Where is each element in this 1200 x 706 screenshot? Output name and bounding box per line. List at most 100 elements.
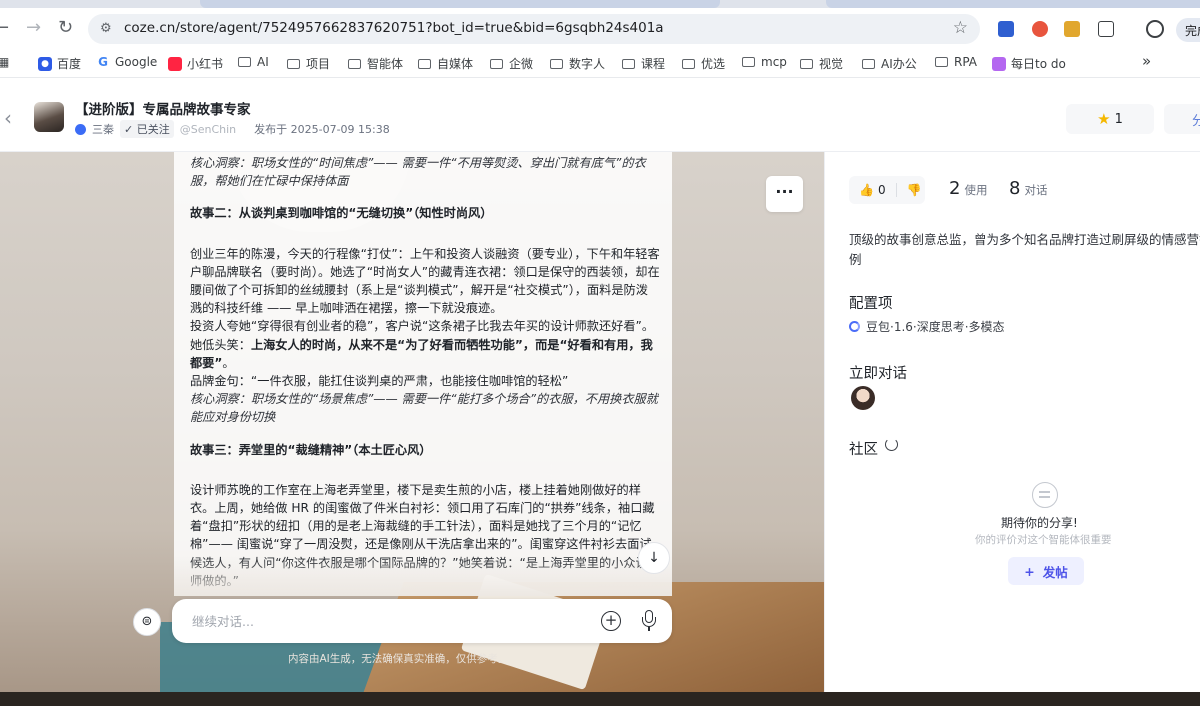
profile-icon[interactable] [1146,20,1164,38]
thumbs-down-icon[interactable]: 👎 [907,183,922,197]
agent-header: ‹ 【进阶版】专属品牌故事专家 三秦 ✓ 已关注 @SenChin 发布于 20… [0,90,1200,152]
bookmark-folder[interactable]: 视觉 [800,55,843,72]
address-bar[interactable]: ⚙ coze.cn/store/agent/752495766283762075… [88,14,980,44]
forward-nav-icon[interactable]: → [26,18,41,38]
bookmark-folder[interactable]: 数字人 [550,55,605,72]
ai-disclaimer: 内容由AI生成，无法确保真实准确，仅供参考。 [288,653,509,665]
extension-icon[interactable] [998,21,1014,37]
plus-icon: + [1024,563,1035,579]
more-options-button[interactable]: ··· [766,176,803,212]
bookmark-folder[interactable]: 课程 [622,55,665,72]
more-bookmarks-icon[interactable]: » [1142,52,1151,70]
folder-icon [348,58,361,69]
agent-meta: 三秦 ✓ 已关注 @SenChin 发布于 2025-07-09 15:38 [75,120,390,138]
thumbs-up-icon[interactable]: 👍 [859,183,874,197]
config-title: 配置项 [849,296,893,312]
folder-icon [800,58,813,69]
story-paragraph: 创业三年的陈漫，今天的行程像“打仗”：上午和投资人谈融资（要专业），下午和年轻客… [190,246,660,316]
star-icon: ★ [1097,110,1111,128]
loading-icon [885,438,898,451]
story-heading: 故事二：从谈判桌到咖啡馆的“无缝切换”（知性时尚风） [190,206,493,221]
brand-slogan: 品牌金句：“一件衣服，能扛住谈判桌的严肃，也能接住咖啡馆的轻松” [190,374,569,389]
bookmark-google[interactable]: G Google [96,55,157,69]
bookmark-daily-todo[interactable]: 每日to do [992,55,1066,72]
message-text: 核心洞察：职场女性的“时间焦虑”—— 需要一件“不用等熨烫、穿出门就有底气”的衣… [190,154,660,590]
bookmark-folder[interactable]: 企微 [490,55,533,72]
community-title: 社区 [849,442,878,458]
folder-icon [935,57,948,67]
bookmark-baidu[interactable]: ● 百度 [38,55,81,72]
done-button[interactable]: 完成 [1176,18,1200,42]
comment-icon [1032,482,1058,508]
chat-input[interactable] [192,611,572,631]
browser-toolbar: ← → ↻ ⚙ coze.cn/store/agent/752495766283… [0,8,1200,48]
favorite-count: 1 [1114,111,1123,127]
persona-avatar[interactable] [851,386,875,410]
follow-button[interactable]: ✓ 已关注 [120,120,174,138]
todo-icon [992,56,1006,71]
story-insight: 核心洞察：职场女性的“场景焦虑”—— 需要一件“能打多个场合”的衣服，不用换衣服… [190,392,658,425]
bookmark-folder[interactable]: 项目 [287,55,330,72]
taskbar-strip [0,692,1200,706]
chat-input-box[interactable]: + [172,599,672,643]
bookmark-folder[interactable]: AI办公 [862,55,917,72]
author-avatar-icon [75,123,86,135]
vote-widget: 👍 0 👎 [849,176,925,204]
bookmark-folder[interactable]: 智能体 [348,55,403,72]
microphone-icon[interactable] [642,610,656,632]
folder-icon [862,58,875,69]
browser-tab[interactable] [826,0,1200,8]
vote-divider [895,183,897,197]
model-config: 豆包·1.6·深度思考·多模态 [849,318,1005,335]
browser-tab-strip [0,0,1200,8]
add-attachment-icon[interactable]: + [601,611,621,631]
baidu-icon: ● [38,56,52,71]
folder-icon [550,58,563,69]
author-name[interactable]: 三秦 [92,121,114,137]
bookmark-folder[interactable]: 自媒体 [418,55,473,72]
scroll-down-button[interactable]: ↓ [638,542,670,574]
model-icon [849,321,860,332]
apps-grid-icon[interactable]: ▦ [0,55,9,69]
site-info-icon[interactable]: ⚙ [100,21,112,36]
xiaohongshu-icon [168,56,182,71]
story-heading: 故事三：弄堂里的“裁缝精神”（本土匠心风） [190,442,432,457]
bookmarks-bar: ▦ ● 百度 G Google 小红书 AI 项目 智能体 自媒体 企微 数字人 课… [0,48,1200,78]
publish-date: 发布于 2025-07-09 15:38 [254,123,390,136]
story-paragraph: 投资人夸她“穿得很有创业者的稳”，客户说“这条裙子比我去年买的设计师款还好看”。… [190,319,655,370]
folder-icon [742,57,755,67]
bookmark-folder[interactable]: AI [238,55,269,69]
folder-icon [490,58,503,69]
folder-icon [238,57,251,67]
uses-stat: 2 使用 [949,178,988,199]
favorite-button[interactable]: ★ 1 [1066,104,1154,134]
story-insight: 核心洞察：职场女性的“时间焦虑”—— 需要一件“不用等熨烫、穿出门就有底气”的衣… [190,156,646,189]
bookmark-folder[interactable]: mcp [742,55,787,69]
extension-icon[interactable] [1032,21,1048,37]
bookmark-folder[interactable]: RPA [935,55,977,69]
chat-now-title: 立即对话 [849,366,907,382]
browser-tab[interactable] [200,0,720,8]
like-count: 0 [877,183,886,197]
folder-icon [622,58,635,69]
share-button[interactable]: 分 [1164,104,1200,134]
clear-context-button[interactable]: ⊜ [133,608,161,636]
back-nav-icon[interactable]: ← [0,18,9,38]
bookmark-folder[interactable]: 优选 [682,55,725,72]
post-button[interactable]: + 发帖 [1008,557,1084,585]
empty-state-subtitle: 你的评价对这个智能体很重要 [975,534,1112,546]
dialogs-stat: 8 对话 [1009,178,1048,199]
extensions-puzzle-icon[interactable] [1098,21,1114,37]
folder-icon [418,58,431,69]
address-url[interactable]: coze.cn/store/agent/7524957662837620751?… [124,20,664,36]
bookmark-xiaohongshu[interactable]: 小红书 [168,55,223,72]
agent-description: 顶级的故事创意总监，曾为多个知名品牌打造过刷屏级的情感营销案例 [849,232,1200,267]
agent-info-panel: 👍 0 👎 2 使用 8 对话 顶级的故事创意总监，曾为多个知名品牌打造过刷屏级的情… [824,152,1200,692]
extension-icon[interactable] [1064,21,1080,37]
bookmark-star-icon[interactable]: ☆ [953,18,968,38]
back-icon[interactable]: ‹ [4,106,12,130]
google-icon: G [96,55,110,69]
empty-state-title: 期待你的分享! [1001,516,1078,530]
reload-icon[interactable]: ↻ [58,18,73,38]
agent-avatar [34,102,64,132]
